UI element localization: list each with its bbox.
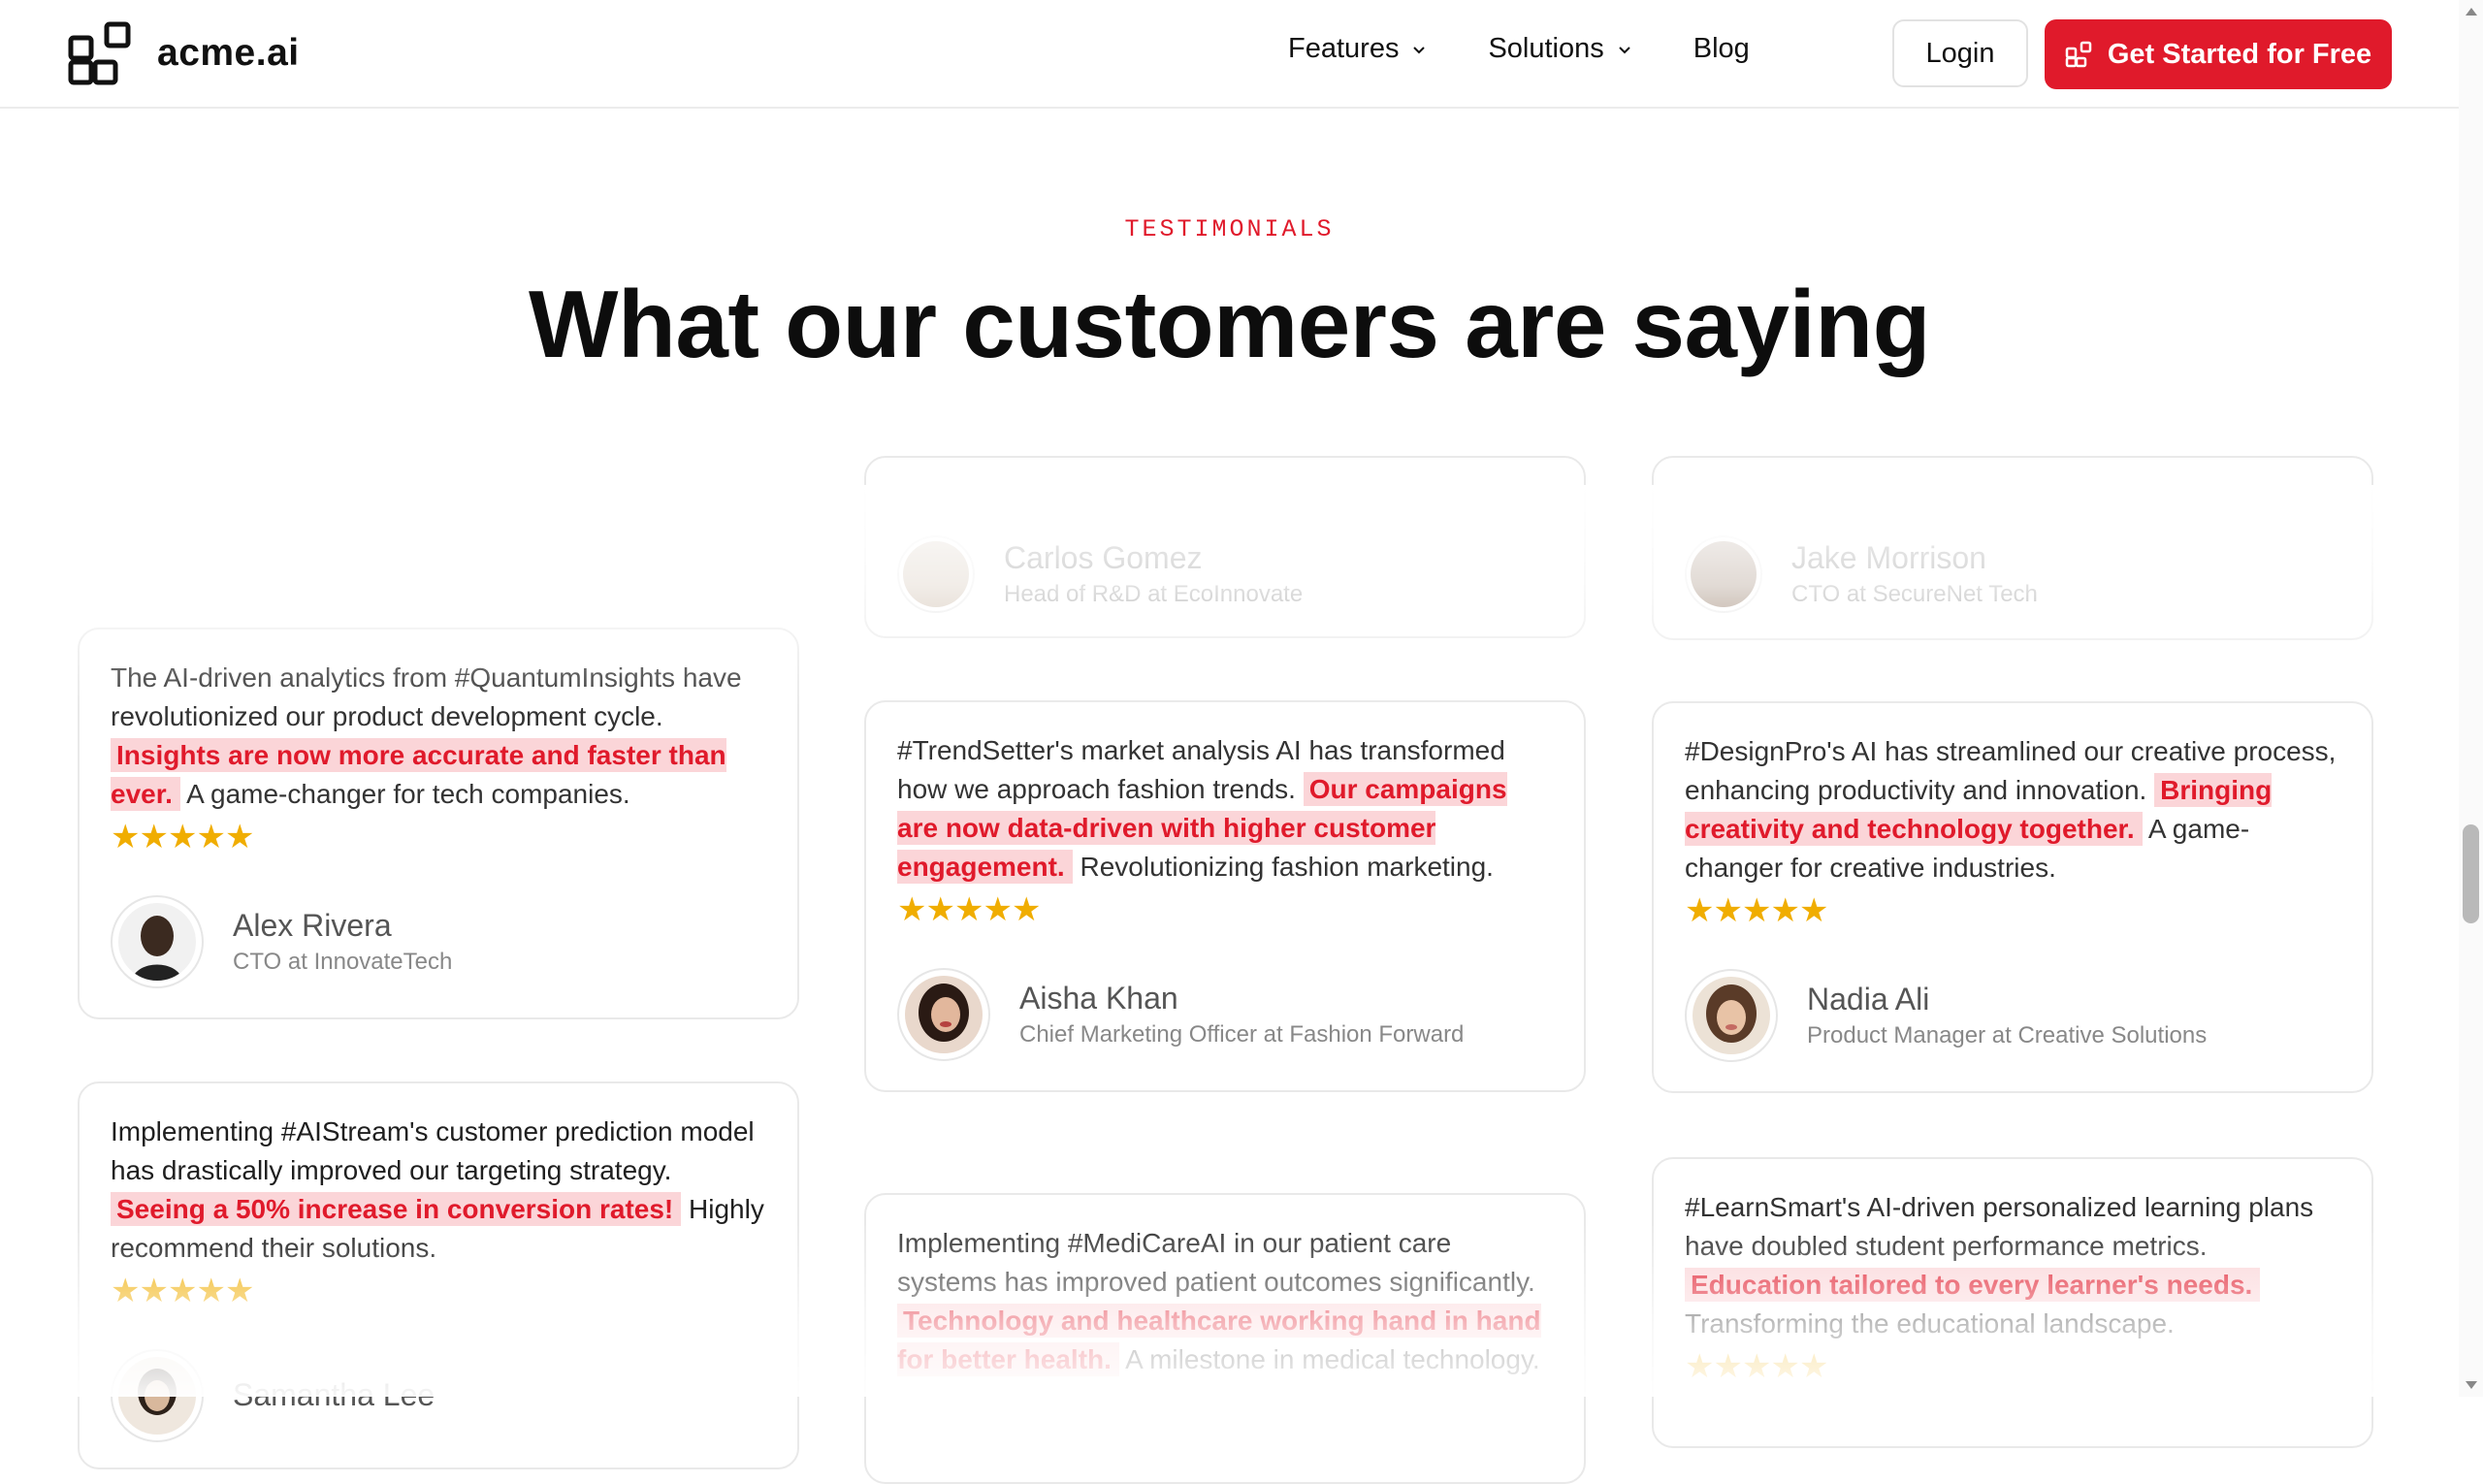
star-icon: ★	[224, 819, 255, 855]
star-icon: ★	[139, 1273, 169, 1309]
star-icon: ★	[224, 1273, 255, 1309]
testimonial-quote: The AI-driven analytics from #QuantumIns…	[111, 662, 742, 811]
testimonial-card: #DesignPro's AI has streamlined our crea…	[1652, 701, 2373, 1093]
testimonial-card: #TrendSetter's market analysis AI has tr…	[864, 700, 1586, 1092]
testimonial-quote: Implementing #AIStream's customer predic…	[111, 1116, 764, 1263]
star-icon: ★	[1713, 1348, 1743, 1385]
nav-solutions[interactable]: Solutions	[1488, 33, 1632, 65]
testimonial-card: Implementing #MediCareAI in our patient …	[864, 1193, 1586, 1484]
author-role: CTO at SecureNet Tech	[1791, 581, 2038, 607]
testimonial-quote: Implementing #MediCareAI in our patient …	[897, 1228, 1541, 1376]
grid-plus-icon	[2065, 41, 2092, 68]
nav-blog-label: Blog	[1693, 33, 1750, 64]
page-scrollbar[interactable]	[2459, 0, 2483, 1397]
testimonial-card: Implementing #AIStream's customer predic…	[78, 1081, 799, 1469]
avatar	[897, 968, 990, 1061]
testimonial-quote: #TrendSetter's market analysis AI has tr…	[897, 735, 1507, 884]
chevron-down-icon	[1619, 46, 1630, 53]
testimonial-author: Aisha Khan Chief Marketing Officer at Fa…	[897, 968, 1553, 1061]
nav-features[interactable]: Features	[1288, 33, 1428, 65]
star-icon: ★	[196, 819, 226, 855]
star-icon: ★	[1685, 1348, 1715, 1385]
brand-logo[interactable]: acme.ai	[68, 21, 300, 85]
author-name: Nadia Ali	[1807, 982, 1930, 1016]
star-icon: ★	[1770, 1348, 1800, 1385]
author-name: Jake Morrison	[1791, 540, 1986, 575]
star-rating: ★★★★★	[897, 890, 1553, 929]
testimonial-author: Alex Rivera CTO at InnovateTech	[111, 895, 766, 988]
testimonial-author: Jake Morrison CTO at SecureNet Tech	[1685, 535, 2340, 613]
avatar	[111, 895, 204, 988]
star-icon: ★	[1798, 892, 1829, 929]
star-icon: ★	[953, 891, 984, 928]
quote-highlight: Seeing a 50% increase in conversion rate…	[111, 1192, 682, 1226]
star-rating: ★★★★★	[111, 1272, 766, 1310]
testimonial-card-faded: Jake Morrison CTO at SecureNet Tech	[1652, 456, 2373, 640]
testimonial-card: The AI-driven analytics from #QuantumIns…	[78, 628, 799, 1019]
author-role: Head of R&D at EcoInnovate	[1004, 581, 1304, 607]
star-icon: ★	[1713, 892, 1743, 929]
quote-highlight: Education tailored to every learner's ne…	[1685, 1268, 2261, 1302]
section-title: What our customers are saying	[528, 271, 1931, 377]
nav-blog[interactable]: Blog	[1693, 33, 1750, 65]
star-rating: ★★★★★	[111, 818, 766, 856]
author-name: Carlos Gomez	[1004, 540, 1203, 575]
author-role: Chief Marketing Officer at Fashion Forwa…	[1019, 1021, 1465, 1048]
section-eyebrow: TESTIMONIALS	[1124, 215, 1335, 243]
main-nav: Features Solutions Blog	[1288, 33, 1810, 65]
star-icon: ★	[111, 1273, 141, 1309]
avatar	[897, 535, 975, 613]
nav-solutions-label: Solutions	[1488, 33, 1604, 64]
star-icon: ★	[139, 819, 169, 855]
star-icon: ★	[1741, 1348, 1772, 1385]
testimonial-quote: #LearnSmart's AI-driven personalized lea…	[1685, 1192, 2314, 1339]
scroll-down-arrow-icon[interactable]	[2466, 1381, 2477, 1389]
avatar	[111, 1349, 204, 1442]
scroll-up-arrow-icon[interactable]	[2466, 8, 2477, 16]
author-name: Alex Rivera	[233, 908, 392, 943]
testimonial-author: Nadia Ali Product Manager at Creative So…	[1685, 969, 2340, 1062]
star-icon: ★	[1770, 892, 1800, 929]
star-icon: ★	[167, 1273, 198, 1309]
star-rating: ★★★★★	[1685, 891, 2340, 930]
nav-features-label: Features	[1288, 33, 1400, 64]
testimonial-card-faded: Carlos Gomez Head of R&D at EcoInnovate	[864, 456, 1586, 638]
login-button[interactable]: Login	[1892, 19, 2028, 87]
brand-name: acme.ai	[157, 32, 300, 74]
author-role: CTO at InnovateTech	[233, 949, 453, 975]
author-name: Samantha Lee	[233, 1377, 435, 1412]
author-role: Product Manager at Creative Solutions	[1807, 1022, 2208, 1048]
star-icon: ★	[111, 819, 141, 855]
acme-logo-icon	[68, 21, 132, 85]
get-started-button[interactable]: Get Started for Free	[2045, 19, 2392, 89]
star-icon: ★	[925, 891, 955, 928]
star-icon: ★	[196, 1273, 226, 1309]
site-header: acme.ai Features Solutions Blog Login Ge…	[0, 0, 2459, 109]
star-icon: ★	[1798, 1348, 1829, 1385]
star-icon: ★	[983, 891, 1013, 928]
star-icon: ★	[1741, 892, 1772, 929]
star-icon: ★	[1011, 891, 1042, 928]
star-icon: ★	[897, 891, 927, 928]
testimonial-card: #LearnSmart's AI-driven personalized lea…	[1652, 1157, 2373, 1448]
chevron-down-icon	[1413, 46, 1426, 53]
scrollbar-thumb[interactable]	[2463, 824, 2479, 923]
testimonial-author: Samantha Lee	[111, 1349, 766, 1442]
get-started-label: Get Started for Free	[2107, 38, 2372, 70]
testimonial-quote: #DesignPro's AI has streamlined our crea…	[1685, 736, 2337, 883]
star-icon: ★	[1685, 892, 1715, 929]
testimonial-author: Carlos Gomez Head of R&D at EcoInnovate	[897, 535, 1553, 613]
star-icon: ★	[167, 819, 198, 855]
avatar	[1685, 969, 1778, 1062]
star-rating: ★★★★★	[1685, 1347, 2340, 1386]
avatar	[1685, 535, 1762, 613]
author-name: Aisha Khan	[1019, 981, 1178, 1016]
